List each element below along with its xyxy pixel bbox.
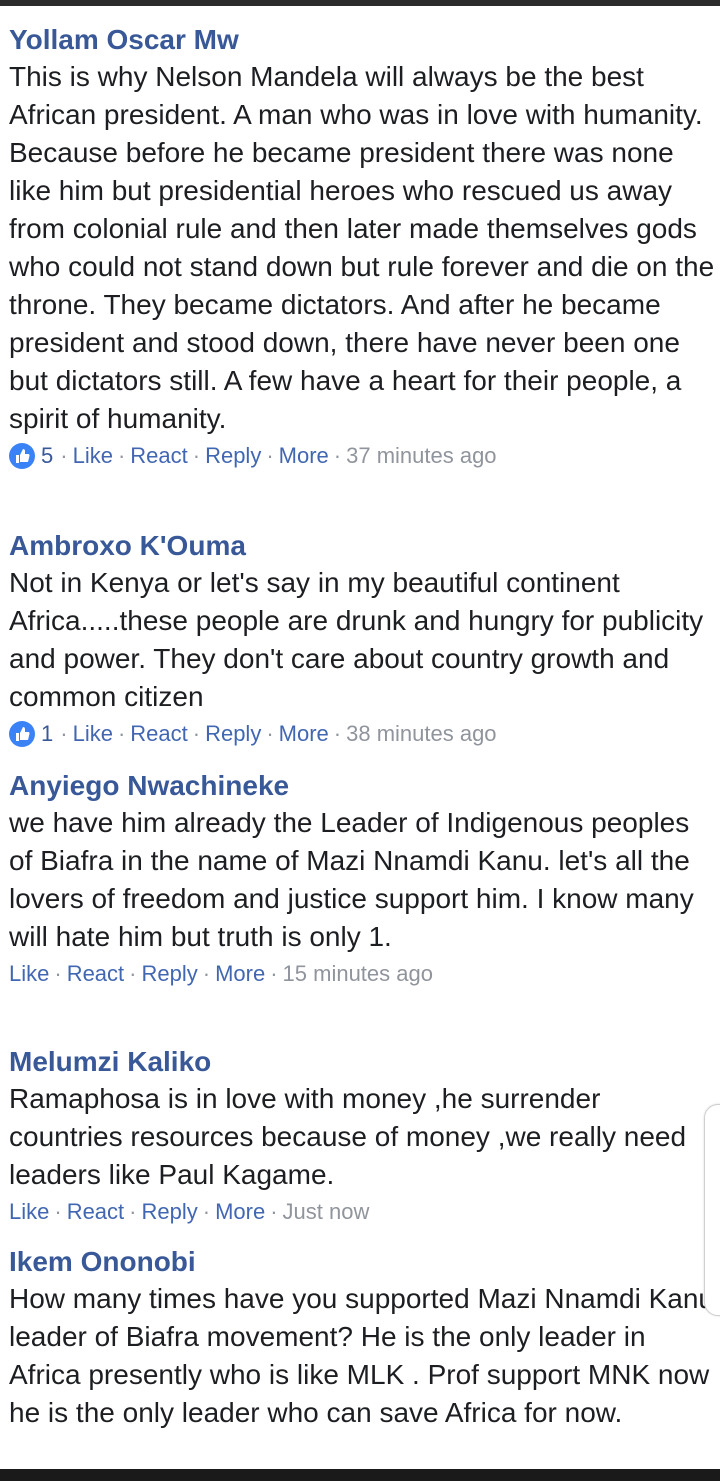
comment-text: This is why Nelson Mandela will always b… xyxy=(9,61,715,434)
separator: · xyxy=(266,721,274,746)
comment-timestamp[interactable]: 15 minutes ago xyxy=(283,961,433,987)
comment: Ikem Ononobi How many times have you sup… xyxy=(9,1244,715,1432)
separator: · xyxy=(270,961,278,986)
comment-author[interactable]: Anyiego Nwachineke xyxy=(9,768,715,804)
comment-timestamp[interactable]: 37 minutes ago xyxy=(346,443,496,469)
like-link[interactable]: Like xyxy=(73,721,113,747)
separator: · xyxy=(266,443,274,468)
more-link[interactable]: More xyxy=(279,443,329,469)
separator: · xyxy=(129,1199,137,1224)
reaction-count-value: 1 xyxy=(41,721,54,746)
comment-author[interactable]: Yollam Oscar Mw xyxy=(9,22,715,58)
reply-link[interactable]: Reply xyxy=(142,1199,198,1225)
comment-timestamp[interactable]: 38 minutes ago xyxy=(346,721,496,747)
like-link[interactable]: Like xyxy=(73,443,113,469)
comment: Yollam Oscar Mw This is why Nelson Mande… xyxy=(9,22,715,474)
separator: · xyxy=(202,961,211,986)
comment-text: Not in Kenya or let's say in my beautifu… xyxy=(9,567,704,712)
comment-text: Ramaphosa is in love with money ,he surr… xyxy=(9,1083,687,1190)
separator: · xyxy=(129,961,137,986)
separator: · xyxy=(202,1199,211,1224)
comment: Anyiego Nwachineke we have him already t… xyxy=(9,768,715,992)
comment-actions: Like · React · Reply · More · 15 minutes… xyxy=(9,956,715,992)
like-link[interactable]: Like xyxy=(9,961,49,987)
comment-text: we have him already the Leader of Indige… xyxy=(9,807,694,952)
like-link[interactable]: Like xyxy=(9,1199,49,1225)
more-link[interactable]: More xyxy=(215,961,265,987)
reply-link[interactable]: Reply xyxy=(205,721,261,747)
reply-link[interactable]: Reply xyxy=(142,961,198,987)
reaction-count[interactable]: 5 xyxy=(9,443,53,469)
comment-author[interactable]: Ambroxo K'Ouma xyxy=(9,528,715,564)
more-link[interactable]: More xyxy=(215,1199,265,1225)
react-link[interactable]: React xyxy=(67,961,124,987)
separator: · xyxy=(333,721,342,746)
reaction-count-value: 5 xyxy=(41,443,54,468)
comment-actions: 5 · Like · React · Reply · More · 37 min… xyxy=(9,438,715,474)
react-link[interactable]: React xyxy=(130,443,187,469)
separator: · xyxy=(117,443,126,468)
separator: · xyxy=(333,443,342,468)
status-bar-edge xyxy=(0,0,720,6)
comment-author[interactable]: Melumzi Kaliko xyxy=(9,1044,715,1080)
comment: Melumzi Kaliko Ramaphosa is in love with… xyxy=(9,1044,715,1230)
separator: · xyxy=(192,443,201,468)
comment-timestamp[interactable]: Just now xyxy=(283,1199,370,1225)
react-link[interactable]: React xyxy=(67,1199,124,1225)
more-link[interactable]: More xyxy=(279,721,329,747)
comment-actions: 1 · Like · React · Reply · More · 38 min… xyxy=(9,716,715,752)
separator: · xyxy=(54,961,62,986)
comment-actions: Like · React · Reply · More · Just now xyxy=(9,1194,715,1230)
navigation-bar-edge xyxy=(0,1469,720,1481)
thumbs-up-icon xyxy=(9,721,35,747)
separator: · xyxy=(192,721,201,746)
comment-author[interactable]: Ikem Ononobi xyxy=(9,1244,715,1280)
separator: · xyxy=(270,1199,278,1224)
comment: Ambroxo K'Ouma Not in Kenya or let's say… xyxy=(9,528,715,752)
chat-head-handle[interactable] xyxy=(704,1104,720,1316)
comment-text: How many times have you supported Mazi N… xyxy=(9,1283,715,1428)
separator: · xyxy=(54,1199,62,1224)
thumbs-up-icon xyxy=(9,443,35,469)
separator: · xyxy=(60,443,68,468)
separator: · xyxy=(60,721,68,746)
separator: · xyxy=(117,721,126,746)
reaction-count[interactable]: 1 xyxy=(9,721,53,747)
react-link[interactable]: React xyxy=(130,721,187,747)
reply-link[interactable]: Reply xyxy=(205,443,261,469)
